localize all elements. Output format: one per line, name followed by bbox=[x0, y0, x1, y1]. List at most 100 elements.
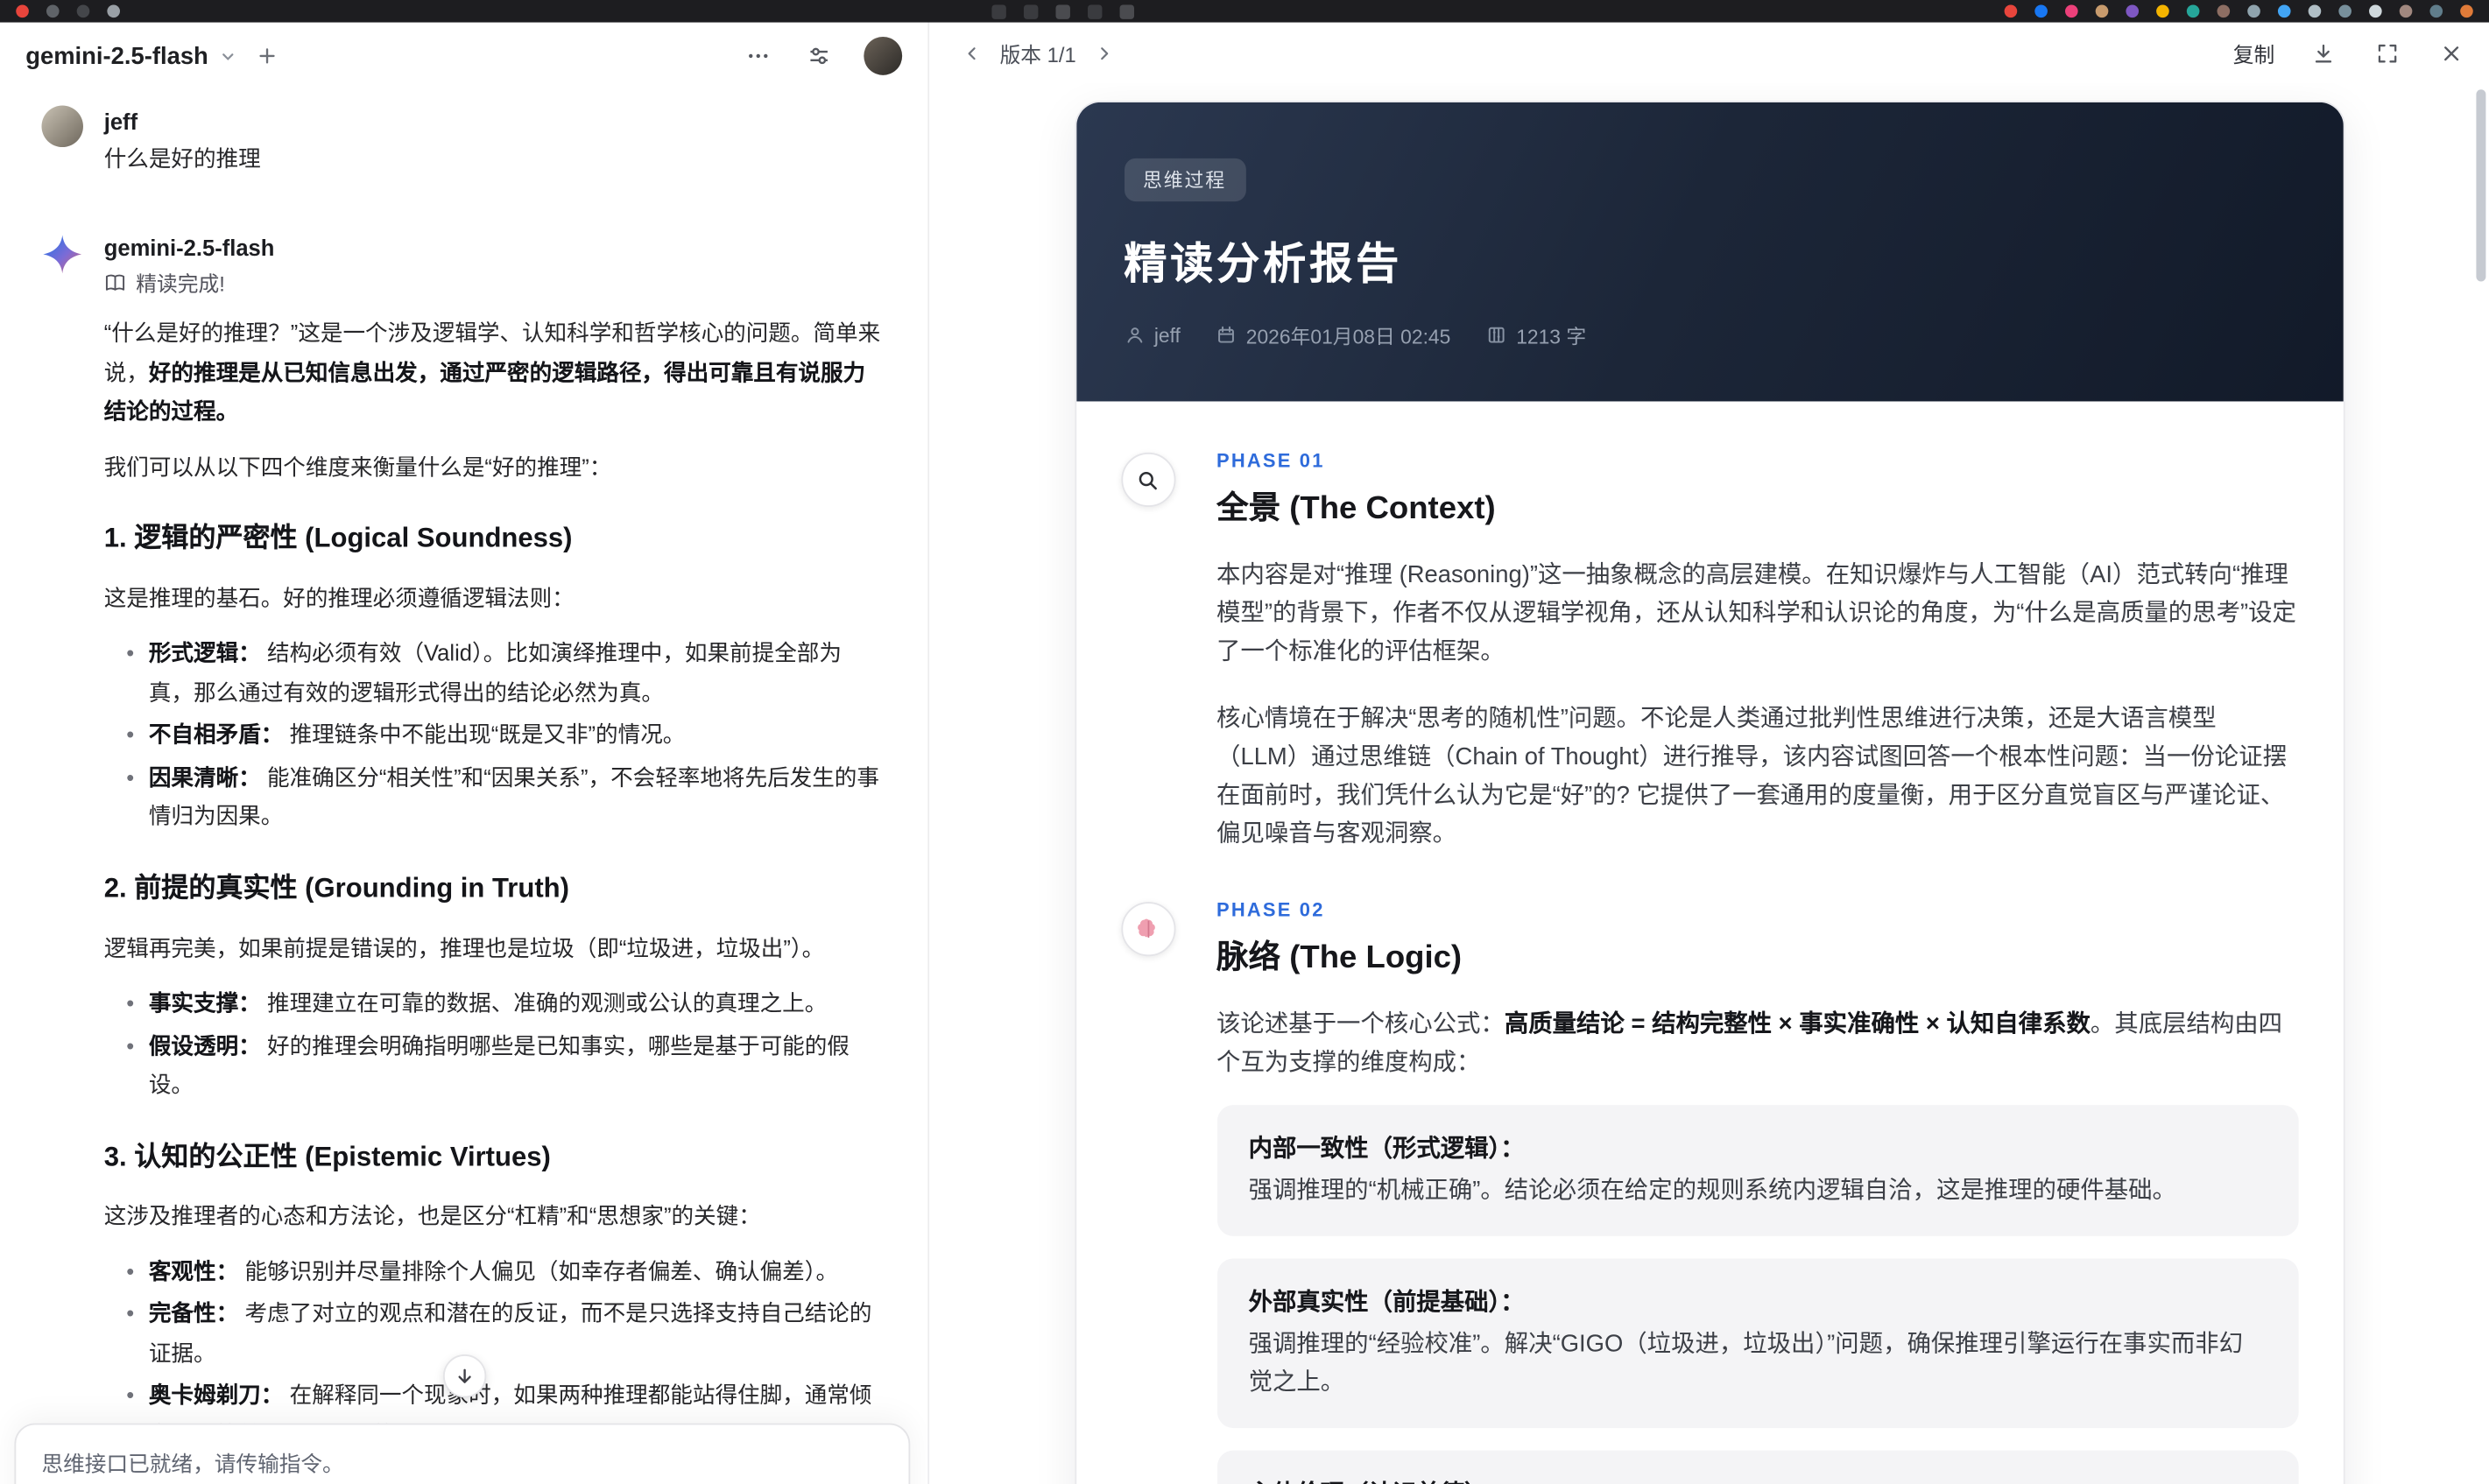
person-icon bbox=[1126, 327, 1142, 343]
phase-2-icon-wrap bbox=[1120, 902, 1175, 957]
phase-paragraph: 核心情境在于解决“思考的随机性”问题。不论是人类通过批判性思维进行决策，还是大语… bbox=[1216, 705, 2287, 848]
menu-icon[interactable] bbox=[46, 4, 60, 18]
phase-2: PHASE 02 脉络 (The Logic) 该论述基于一个核心公式：高质量结… bbox=[1120, 898, 2298, 1484]
section-intro-2: 逻辑再完美，如果前提是错误的，推理也是垃圾（即“垃圾进，垃圾出”）。 bbox=[103, 934, 825, 960]
sliders-icon bbox=[810, 47, 828, 65]
report-header: 思维过程 精读分析报告 jeff 2026年01月08日 02:45 1213 … bbox=[1075, 102, 2343, 402]
list-item: 形式逻辑：结构必须有效（Valid）。比如演绎推理中，如果前提全部为真，那么通过… bbox=[126, 634, 883, 712]
message-text: 什么是好的推理 bbox=[103, 145, 261, 172]
chat-message-list[interactable]: jeff 什么是好的推理 gemini-2.5-flash 精读完成! “什么是… bbox=[0, 93, 927, 1484]
mic-icon[interactable] bbox=[1087, 4, 1102, 19]
chat-header: gemini-2.5-flash bbox=[0, 23, 927, 90]
extension-icon[interactable] bbox=[2126, 4, 2140, 18]
more-options-button[interactable] bbox=[742, 40, 774, 73]
scrollbar-thumb[interactable] bbox=[2476, 89, 2486, 282]
bookmark-icon[interactable] bbox=[107, 4, 120, 18]
account-avatar[interactable] bbox=[864, 37, 903, 75]
list-item: 事实支撑：推理建立在可靠的数据、准确的观测或公认的真理之上。 bbox=[126, 983, 883, 1023]
list-item: 客观性：能够识别并尽量排除个人偏见（如幸存者偏差、确认偏差）。 bbox=[126, 1252, 883, 1291]
section-heading-1: 1. 逻辑的严密性 (Logical Soundness) bbox=[103, 523, 573, 553]
profile-icon[interactable] bbox=[2460, 4, 2473, 18]
next-version-button[interactable] bbox=[1090, 39, 1118, 67]
dimension-card: 外部真实性（前提基础）： 强调推理的“经验校准”。解决“GIGO（垃圾进，垃圾出… bbox=[1216, 1258, 2298, 1429]
extension-icon[interactable] bbox=[2369, 4, 2382, 18]
phase-1: PHASE 01 全景 (The Context) 本内容是对“推理 (Reas… bbox=[1120, 449, 2297, 854]
intro-paragraph: “什么是好的推理？”这是一个涉及逻辑学、认知科学和哲学核心的问题。简单来说，好的… bbox=[103, 320, 881, 425]
section-heading-2: 2. 前提的真实性 (Grounding in Truth) bbox=[103, 872, 569, 904]
user-avatar bbox=[41, 105, 83, 148]
phase-intro: 该论述基于一个核心公式：高质量结论 = 结构完整性 × 事实准确性 × 认知自律… bbox=[1216, 1010, 2283, 1077]
model-selector[interactable]: gemini-2.5-flash bbox=[25, 42, 236, 69]
chat-panel: gemini-2.5-flash jeff 什么是好的推理 gemini-2.5… bbox=[0, 22, 930, 1484]
list-item: 完备性：考虑了对立的观点和潜在的反证，而不是只选择支持自己结论的证据。 bbox=[126, 1294, 883, 1372]
app-window: gemini-2.5-flash jeff 什么是好的推理 gemini-2.5… bbox=[0, 0, 2489, 1484]
extension-icon[interactable] bbox=[2277, 4, 2291, 18]
extension-icon[interactable] bbox=[2034, 4, 2048, 18]
message-composer[interactable]: 思维接口已就绪，请传输指令。 bbox=[14, 1423, 911, 1484]
previous-version-button[interactable] bbox=[958, 39, 985, 67]
back-icon[interactable] bbox=[76, 4, 90, 18]
extension-icon[interactable] bbox=[2247, 4, 2260, 18]
share-icon[interactable] bbox=[1054, 4, 1070, 19]
phase-label: PHASE 01 bbox=[1216, 449, 1325, 472]
scroll-to-bottom-button[interactable] bbox=[442, 1354, 487, 1398]
magnifier-icon bbox=[1139, 471, 1157, 489]
list-item: 不自相矛盾：推理链条中不能出现“既是又非”的情况。 bbox=[126, 715, 883, 755]
extension-icon[interactable] bbox=[2308, 4, 2322, 18]
arrow-down-icon bbox=[458, 1368, 471, 1383]
new-chat-button[interactable] bbox=[253, 41, 282, 70]
extension-icon[interactable] bbox=[2004, 4, 2018, 18]
translate-icon[interactable] bbox=[1118, 4, 1134, 19]
chevron-left-icon bbox=[968, 46, 976, 60]
ellipsis-icon bbox=[749, 53, 768, 59]
extension-icon[interactable] bbox=[2065, 4, 2078, 18]
message-author: jeff bbox=[103, 109, 138, 135]
extension-icon[interactable] bbox=[2186, 4, 2200, 18]
download-icon bbox=[2315, 44, 2332, 62]
reading-status: 精读完成! bbox=[104, 267, 884, 298]
browser-toolbar bbox=[0, 0, 2489, 23]
list-item: 因果清晰：能准确区分“相关性”和“因果关系”，不会轻率地将先后发生的事情归为因果… bbox=[126, 757, 883, 835]
close-button[interactable] bbox=[2436, 38, 2467, 68]
extension-icon[interactable] bbox=[2217, 4, 2231, 18]
composer-placeholder[interactable]: 思维接口已就绪，请传输指令。 bbox=[41, 1445, 883, 1478]
extension-icon[interactable] bbox=[2399, 4, 2413, 18]
bullet-list: 事实支撑：推理建立在可靠的数据、准确的观测或公认的真理之上。 假设透明：好的推理… bbox=[104, 983, 884, 1104]
chevron-down-icon bbox=[222, 53, 234, 60]
chat-settings-button[interactable] bbox=[803, 40, 836, 73]
extension-icon[interactable] bbox=[2338, 4, 2352, 18]
expand-icon bbox=[2378, 44, 2397, 62]
phase-label: PHASE 02 bbox=[1216, 898, 1325, 922]
meta-author: jeff bbox=[1124, 324, 1181, 347]
message-author: gemini-2.5-flash bbox=[103, 235, 275, 261]
dimensions-line: 我们可以从以下四个维度来衡量什么是“好的推理”： bbox=[103, 453, 612, 480]
counter-icon bbox=[1488, 327, 1505, 343]
chevron-right-icon bbox=[1100, 46, 1108, 60]
calendar-icon bbox=[1218, 326, 1234, 343]
status-text: 精读完成! bbox=[136, 271, 225, 296]
tab-icon[interactable] bbox=[1023, 4, 1038, 19]
record-icon[interactable] bbox=[16, 4, 29, 18]
copy-button[interactable]: 复制 bbox=[2233, 38, 2275, 68]
extension-icon[interactable] bbox=[2156, 4, 2169, 18]
phase-title: 全景 (The Context) bbox=[1216, 490, 1496, 527]
download-button[interactable] bbox=[2309, 38, 2339, 68]
phase-paragraph: 本内容是对“推理 (Reasoning)”这一抽象概念的高层建模。在知识爆炸与人… bbox=[1216, 561, 2296, 665]
assistant-message: gemini-2.5-flash 精读完成! “什么是好的推理？”这是一个涉及逻… bbox=[41, 232, 883, 1484]
extension-icon[interactable] bbox=[2429, 4, 2443, 18]
extension-icon[interactable] bbox=[2095, 4, 2109, 18]
phase-1-icon-wrap bbox=[1120, 453, 1175, 508]
bullet-list: 形式逻辑：结构必须有效（Valid）。比如演绎推理中，如果前提全部为真，那么通过… bbox=[104, 634, 884, 836]
section-intro-1: 这是推理的基石。好的推理必须遵循逻辑法则： bbox=[103, 585, 575, 611]
fullscreen-button[interactable] bbox=[2373, 38, 2403, 68]
tab-icon[interactable] bbox=[991, 4, 1005, 19]
artifact-toolbar: 版本 1/1 复制 bbox=[929, 23, 2489, 83]
user-message: jeff 什么是好的推理 bbox=[41, 105, 883, 175]
report-badge: 思维过程 bbox=[1124, 158, 1245, 202]
artifact-panel: 版本 1/1 复制 思维过程 精读分析报告 jeff 2026年01月08日 0… bbox=[929, 22, 2489, 1484]
artifact-content[interactable]: 思维过程 精读分析报告 jeff 2026年01月08日 02:45 1213 … bbox=[929, 83, 2489, 1484]
phase-title: 脉络 (The Logic) bbox=[1216, 940, 1463, 976]
assistant-markdown: “什么是好的推理？”这是一个涉及逻辑学、认知科学和哲学核心的问题。简单来说，好的… bbox=[104, 313, 884, 1484]
report-title: 精读分析报告 bbox=[1124, 239, 1402, 288]
close-icon bbox=[2444, 46, 2459, 60]
